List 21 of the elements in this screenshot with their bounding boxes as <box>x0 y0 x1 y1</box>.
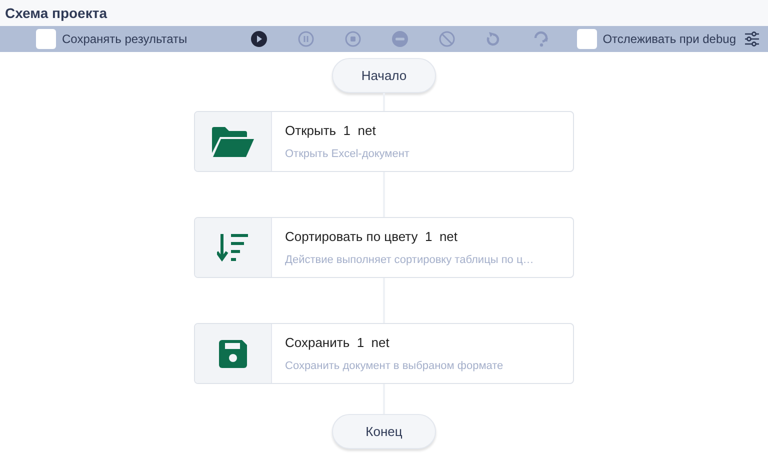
action-title: Сортировать по цвету 1 net <box>285 228 459 246</box>
action-card[interactable]: Открыть 1 net Открыть Excel-документ <box>194 111 574 172</box>
checkbox[interactable] <box>36 29 56 49</box>
action-card[interactable]: Сортировать по цвету 1 net Действие выполняет сортировку таблицы по ц… <box>194 217 574 278</box>
save-icon <box>219 340 247 368</box>
panel-title: Схема проекта <box>5 4 107 23</box>
action-card[interactable]: Сохранить 1 net Сохранить документ в выбраном формате <box>194 323 574 384</box>
action-description: Сохранить документ в выбраном формате <box>285 359 504 374</box>
settings-icon[interactable] <box>744 31 760 47</box>
action-title: Сохранить 1 net <box>285 334 390 352</box>
folder-icon <box>212 126 254 156</box>
terminal-node[interactable]: Конец <box>332 414 436 449</box>
checkbox-label: Отслеживать при debug <box>602 31 736 48</box>
checkbox-label: Сохранять результаты <box>62 31 188 48</box>
action-description: Открыть Excel-документ <box>285 147 410 162</box>
sort-icon <box>217 232 249 264</box>
action-description: Действие выполняет сортировку таблицы по ц… <box>285 253 534 268</box>
action-title: Открыть 1 net <box>285 122 377 140</box>
checkbox[interactable] <box>576 29 597 49</box>
play-icon[interactable] <box>250 30 268 48</box>
terminal-node[interactable]: Начало <box>332 58 436 93</box>
